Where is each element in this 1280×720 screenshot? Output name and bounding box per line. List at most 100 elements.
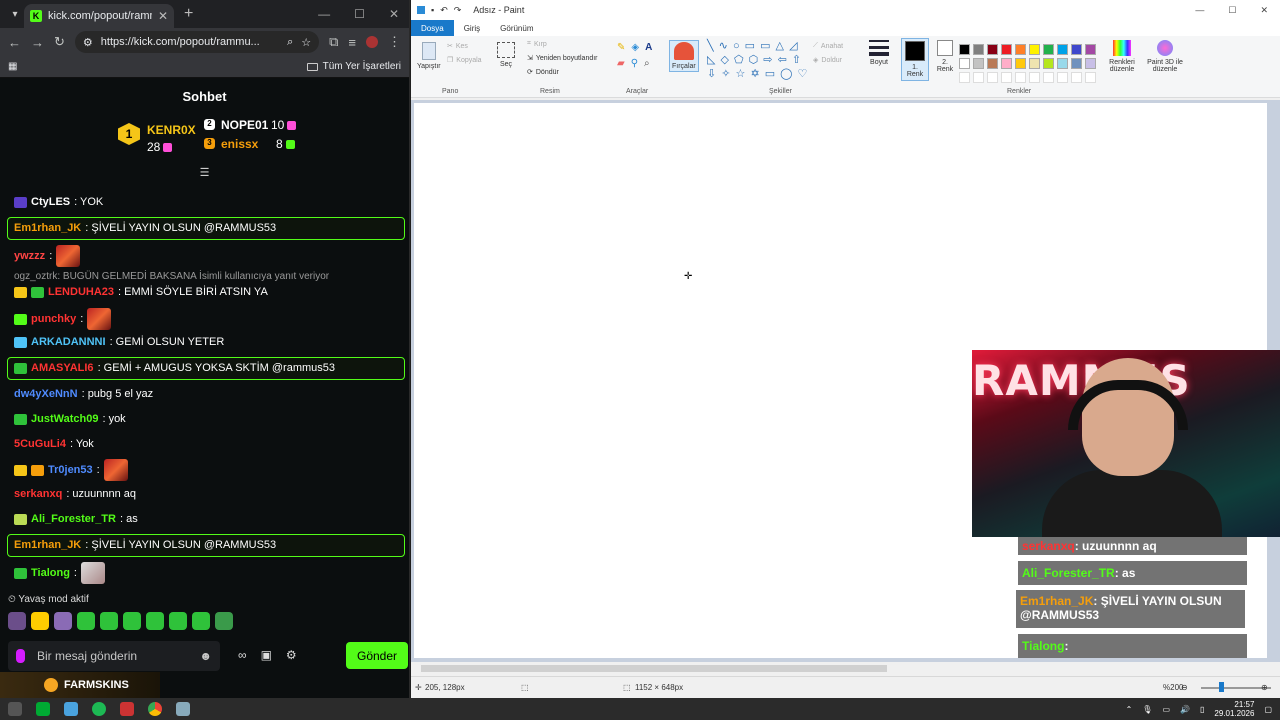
- reload-icon[interactable]: ↻: [54, 34, 65, 50]
- eraser-icon[interactable]: ▰: [617, 58, 625, 69]
- emote-button[interactable]: [169, 612, 187, 630]
- undo-icon[interactable]: ↶: [440, 5, 448, 16]
- close-window-button[interactable]: ✕: [389, 7, 399, 21]
- pencil-icon[interactable]: ✎: [617, 42, 625, 53]
- notification-icon[interactable]: ▢: [1264, 705, 1272, 714]
- maximize-button[interactable]: ☐: [1228, 5, 1236, 16]
- shapes-gallery-row-3[interactable]: ⇩ ✧ ☆ ✡ ▭ ◯ ♡: [707, 67, 808, 80]
- shapes-gallery-row-1[interactable]: ╲ ∿ ○ ▭ ▭ △ ◿: [707, 39, 799, 52]
- forward-icon[interactable]: →: [31, 35, 44, 50]
- custom-color-slot[interactable]: [1057, 72, 1068, 83]
- chat-username[interactable]: dw4yXeNnN: [14, 388, 78, 400]
- zoom-slider-thumb[interactable]: [1219, 682, 1224, 692]
- scroll-thumb[interactable]: [421, 665, 887, 672]
- select-button[interactable]: Seç: [497, 42, 515, 68]
- close-window-button[interactable]: ✕: [1260, 5, 1268, 16]
- emote-button[interactable]: [8, 612, 26, 630]
- palette-swatch[interactable]: [987, 58, 998, 69]
- zoom-icon[interactable]: ⌕: [287, 36, 293, 49]
- chat-username[interactable]: 5CuGuLi4: [14, 438, 66, 450]
- color1-button[interactable]: 1. Renk: [901, 38, 929, 81]
- custom-color-slot[interactable]: [959, 72, 970, 83]
- paint-icon[interactable]: [176, 702, 190, 716]
- minimize-button[interactable]: —: [1195, 5, 1204, 16]
- paste-button[interactable]: Yapıştır: [417, 42, 441, 70]
- settings-icon[interactable]: ⚙: [286, 648, 297, 662]
- app-icon[interactable]: [64, 702, 78, 716]
- leader-1-name[interactable]: KENR0X: [147, 123, 196, 137]
- farmskins-ad[interactable]: FARMSKINS: [0, 672, 160, 698]
- chat-username[interactable]: Tr0jen53: [48, 464, 93, 476]
- menu-icon[interactable]: ⋮: [388, 34, 401, 50]
- zoom-out-icon[interactable]: ⊖: [1181, 683, 1188, 692]
- palette-swatch[interactable]: [1029, 44, 1040, 55]
- palette-swatch[interactable]: [1057, 44, 1068, 55]
- crop-button[interactable]: ⌗ Kırp: [527, 40, 547, 48]
- magnifier-icon[interactable]: ⌕: [644, 58, 650, 69]
- chat-username[interactable]: punchky: [31, 313, 76, 325]
- back-icon[interactable]: ←: [8, 35, 21, 50]
- palette-swatch[interactable]: [1071, 44, 1082, 55]
- chat-username[interactable]: JustWatch09: [31, 413, 98, 425]
- emoji-icon[interactable]: ☻: [199, 649, 212, 663]
- reply-context[interactable]: ogz_oztrk: BUGÜN GELMEDİ BAKSANA İsimli …: [14, 271, 329, 282]
- resize-button[interactable]: ⇲ Yeniden boyutlandır: [527, 54, 598, 63]
- chat-username[interactable]: Ali_Forester_TR: [31, 513, 116, 525]
- tray-arrow-icon[interactable]: ⌃: [1126, 705, 1133, 714]
- chat-username[interactable]: AMASYALI6: [31, 362, 94, 374]
- tab-home[interactable]: Giriş: [454, 20, 490, 36]
- tab-search-icon[interactable]: ▾: [6, 5, 24, 23]
- emote-button[interactable]: [215, 612, 233, 630]
- custom-color-slot[interactable]: [1071, 72, 1082, 83]
- network-icon[interactable]: ▭: [1162, 705, 1170, 714]
- browser-tab[interactable]: K kick.com/popout/rammus53/ch ✕: [24, 4, 174, 28]
- chat-username[interactable]: Em1rhan_JK: [14, 539, 81, 551]
- tab-view[interactable]: Görünüm: [490, 20, 543, 36]
- palette-swatch[interactable]: [1015, 58, 1026, 69]
- paint3d-button[interactable]: Paint 3D ile düzenle: [1143, 40, 1187, 73]
- leader-3-name[interactable]: enissx: [221, 137, 258, 151]
- mic-icon[interactable]: 🎙: [1142, 705, 1152, 714]
- omnibox[interactable]: ⚙ https://kick.com/popout/rammu... ⌕ ☆: [74, 31, 320, 53]
- custom-color-slot[interactable]: [1085, 72, 1096, 83]
- palette-swatch[interactable]: [1001, 58, 1012, 69]
- text-icon[interactable]: A: [645, 42, 652, 53]
- battery-icon[interactable]: ▯: [1200, 705, 1204, 714]
- custom-color-slot[interactable]: [987, 72, 998, 83]
- color-picker-icon[interactable]: ⚲: [631, 58, 638, 69]
- emote-button[interactable]: [100, 612, 118, 630]
- chat-messages[interactable]: CtyLES: YOK Em1rhan_JK: ŞİVELİ YAYIN OLS…: [0, 180, 410, 592]
- cut-button[interactable]: ✂ Kes: [447, 42, 468, 51]
- emote-button[interactable]: [31, 612, 49, 630]
- emote-button[interactable]: [54, 612, 72, 630]
- brushes-button[interactable]: Fırçalar: [669, 40, 699, 72]
- palette-swatch[interactable]: [987, 44, 998, 55]
- rotate-button[interactable]: ⟳ Döndür: [527, 68, 559, 77]
- palette-swatch[interactable]: [1043, 58, 1054, 69]
- custom-color-slot[interactable]: [1043, 72, 1054, 83]
- custom-color-slot[interactable]: [1015, 72, 1026, 83]
- chat-username[interactable]: ywzzz: [14, 250, 45, 262]
- volume-icon[interactable]: 🔊: [1180, 705, 1190, 714]
- new-tab-button[interactable]: +: [184, 5, 193, 23]
- shapes-gallery-row-2[interactable]: ◺ ◇ ⬠ ⬡ ⇨ ⇦ ⇧: [707, 53, 802, 66]
- redo-icon[interactable]: ↷: [454, 5, 462, 16]
- emote-button[interactable]: [77, 612, 95, 630]
- chat-input-placeholder[interactable]: Bir mesaj gönderin: [37, 649, 187, 663]
- save-icon[interactable]: ▪: [431, 5, 434, 15]
- custom-color-slot[interactable]: [1001, 72, 1012, 83]
- apps-grid-icon[interactable]: ▦: [8, 61, 17, 72]
- palette-swatch[interactable]: [1071, 58, 1082, 69]
- media-icon[interactable]: ≡: [348, 35, 356, 50]
- palette-swatch[interactable]: [1085, 58, 1096, 69]
- profile-avatar[interactable]: [366, 36, 378, 48]
- shape-outline-button[interactable]: ⟋ Anahat: [813, 42, 843, 50]
- palette-swatch[interactable]: [959, 58, 970, 69]
- horizontal-scrollbar[interactable]: [411, 662, 1280, 676]
- links-icon[interactable]: ∞: [238, 648, 247, 662]
- spotify-icon[interactable]: [92, 702, 106, 716]
- copy-button[interactable]: ❐ Kopyala: [447, 56, 482, 65]
- custom-color-slot[interactable]: [1029, 72, 1040, 83]
- gift-shop-icon[interactable]: ▣: [261, 648, 272, 662]
- palette-swatch[interactable]: [1085, 44, 1096, 55]
